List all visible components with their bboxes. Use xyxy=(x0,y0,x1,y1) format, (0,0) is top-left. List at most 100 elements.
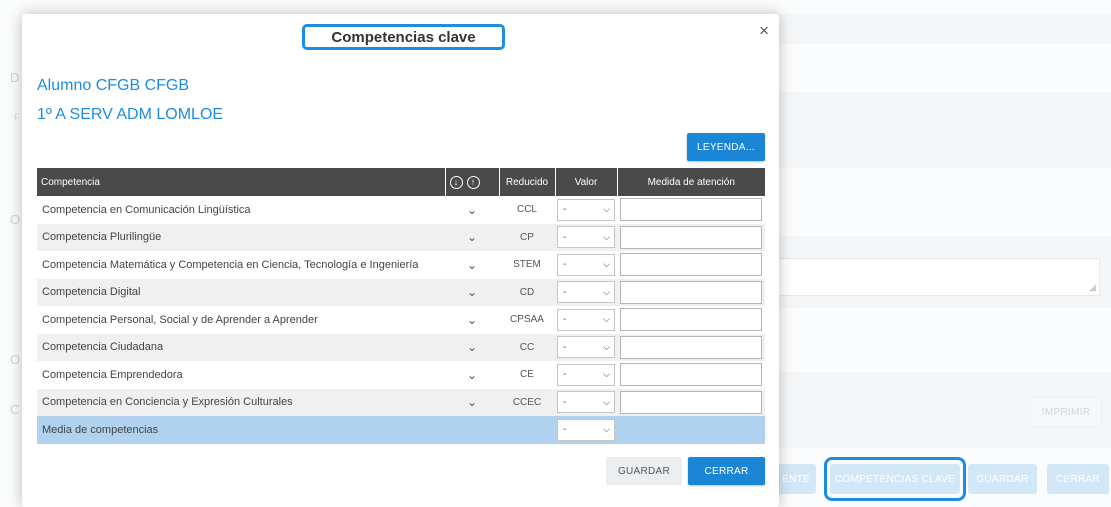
valor-selected: - xyxy=(563,231,567,243)
background-letter: F xyxy=(14,112,20,122)
chevron-down-icon[interactable]: ⌄ xyxy=(445,333,499,361)
valor-cell: - ⌵ xyxy=(555,361,617,389)
valor-select[interactable]: - ⌵ xyxy=(557,308,615,331)
medida-cell xyxy=(617,333,765,361)
competencia-name: Competencia Personal, Social y de Aprend… xyxy=(37,306,445,334)
competencia-short: CP xyxy=(499,223,555,251)
chevron-down-icon[interactable]: ⌄ xyxy=(445,306,499,334)
competencia-short: CCL xyxy=(499,196,555,224)
valor-cell: - ⌵ xyxy=(555,333,617,361)
medida-input[interactable] xyxy=(620,280,762,304)
valor-cell: - ⌵ xyxy=(555,306,617,334)
save-button[interactable]: GUARDAR xyxy=(606,457,682,485)
medida-cell xyxy=(617,388,765,416)
table-row: Competencia Plurilingüe ⌄ CP - ⌵ xyxy=(37,223,765,251)
medida-cell xyxy=(617,361,765,389)
chevron-down-icon[interactable]: ⌄ xyxy=(445,278,499,306)
valor-cell: - ⌵ xyxy=(555,251,617,279)
column-label: Competencia xyxy=(41,176,100,188)
competencia-name: Competencia en Conciencia y Expresión Cu… xyxy=(37,388,445,416)
chevron-down-icon[interactable]: ⌄ xyxy=(445,223,499,251)
medida-input[interactable] xyxy=(620,198,762,222)
background-print-button[interactable]: IMPRIMIR xyxy=(1030,397,1102,427)
competencia-short: CCEC xyxy=(499,388,555,416)
table-row: Competencia Personal, Social y de Aprend… xyxy=(37,306,765,334)
chevron-down-icon: ⌵ xyxy=(603,231,610,242)
column-header-medida: Medida de atención xyxy=(617,168,765,196)
competencia-short: CE xyxy=(499,361,555,389)
medida-cell xyxy=(617,223,765,251)
chevron-down-icon: ⌵ xyxy=(603,424,610,435)
competencias-modal: Competencias clave × Alumno CFGB CFGB 1º… xyxy=(22,14,779,507)
background-letter: D xyxy=(10,70,20,85)
empty-cell xyxy=(499,416,555,444)
medida-cell xyxy=(617,251,765,279)
valor-selected: - xyxy=(563,369,567,381)
chevron-down-icon: ⌵ xyxy=(603,204,610,215)
background-header-strip xyxy=(770,14,1111,44)
valor-select[interactable]: - ⌵ xyxy=(557,336,615,359)
group-name: 1º A SERV ADM LOMLOE xyxy=(37,106,224,123)
chevron-down-icon[interactable]: ⌄ xyxy=(445,388,499,416)
valor-cell: - ⌵ xyxy=(555,223,617,251)
valor-select[interactable]: - ⌵ xyxy=(557,391,615,414)
competencia-name: Competencia Matemática y Competencia en … xyxy=(37,251,445,279)
medida-input[interactable] xyxy=(620,308,762,332)
valor-select[interactable]: - ⌵ xyxy=(557,226,615,249)
valor-selected: - xyxy=(563,259,567,271)
valor-selected: - xyxy=(563,341,567,353)
sort-descending-icon[interactable]: ↓ xyxy=(449,175,463,189)
competencia-name: Competencia en Comunicación Lingüística xyxy=(37,196,445,224)
medida-cell xyxy=(617,278,765,306)
background-save-button[interactable]: GUARDAR xyxy=(968,464,1037,494)
empty-cell xyxy=(445,416,499,444)
valor-select[interactable]: - ⌵ xyxy=(557,253,615,276)
competencias-table: Competencia ↓ ↑ Reducido Valor Medida de … xyxy=(37,168,765,444)
average-row: Media de competencias - ⌵ xyxy=(37,416,765,444)
legend-button[interactable]: LEYENDA... xyxy=(687,133,765,161)
valor-select[interactable]: - ⌵ xyxy=(557,198,615,221)
medida-cell xyxy=(617,196,765,224)
chevron-down-icon: ⌵ xyxy=(603,341,610,352)
competencia-short: STEM xyxy=(499,251,555,279)
valor-select[interactable]: - ⌵ xyxy=(557,363,615,386)
average-valor-select[interactable]: - ⌵ xyxy=(557,418,615,441)
chevron-down-icon[interactable]: ⌄ xyxy=(445,361,499,389)
medida-input[interactable] xyxy=(620,253,762,277)
competencia-name: Competencia Ciudadana xyxy=(37,333,445,361)
competencia-short: CD xyxy=(499,278,555,306)
empty-cell xyxy=(617,416,765,444)
close-icon[interactable]: × xyxy=(759,22,769,39)
table-row: Competencia en Conciencia y Expresión Cu… xyxy=(37,388,765,416)
sort-ascending-icon[interactable]: ↑ xyxy=(466,175,480,189)
average-label: Media de competencias xyxy=(37,416,445,444)
valor-selected: - xyxy=(563,396,567,408)
chevron-down-icon[interactable]: ⌄ xyxy=(445,196,499,224)
medida-input[interactable] xyxy=(620,363,762,387)
competencia-short: CC xyxy=(499,333,555,361)
chevron-down-icon: ⌵ xyxy=(603,314,610,325)
table-row: Competencia Emprendedora ⌄ CE - ⌵ xyxy=(37,361,765,389)
background-close-button[interactable]: CERRAR xyxy=(1047,464,1109,494)
medida-input[interactable] xyxy=(620,335,762,359)
resize-grip-icon: ◢ xyxy=(1089,282,1096,292)
competencia-name: Competencia Emprendedora xyxy=(37,361,445,389)
valor-cell: - ⌵ xyxy=(555,388,617,416)
valor-cell: - ⌵ xyxy=(555,196,617,224)
highlight-frame xyxy=(824,457,966,501)
column-header-valor: Valor xyxy=(555,168,618,196)
chevron-down-icon: ⌵ xyxy=(603,286,610,297)
chevron-down-icon[interactable]: ⌄ xyxy=(445,251,499,279)
medida-input[interactable] xyxy=(620,225,762,249)
background-panel xyxy=(770,92,1111,168)
medida-input[interactable] xyxy=(620,390,762,414)
table-row: Competencia en Comunicación Lingüística ⌄… xyxy=(37,196,765,224)
valor-select[interactable]: - ⌵ xyxy=(557,281,615,304)
average-valor-cell: - ⌵ xyxy=(555,416,617,444)
background-textarea[interactable]: ◢ xyxy=(770,258,1100,296)
valor-cell: - ⌵ xyxy=(555,278,617,306)
close-button[interactable]: CERRAR xyxy=(688,457,765,485)
modal-title-frame: Competencias clave xyxy=(302,24,505,50)
column-header-reducido: Reducido xyxy=(499,168,556,196)
competencia-short: CPSAA xyxy=(499,306,555,334)
